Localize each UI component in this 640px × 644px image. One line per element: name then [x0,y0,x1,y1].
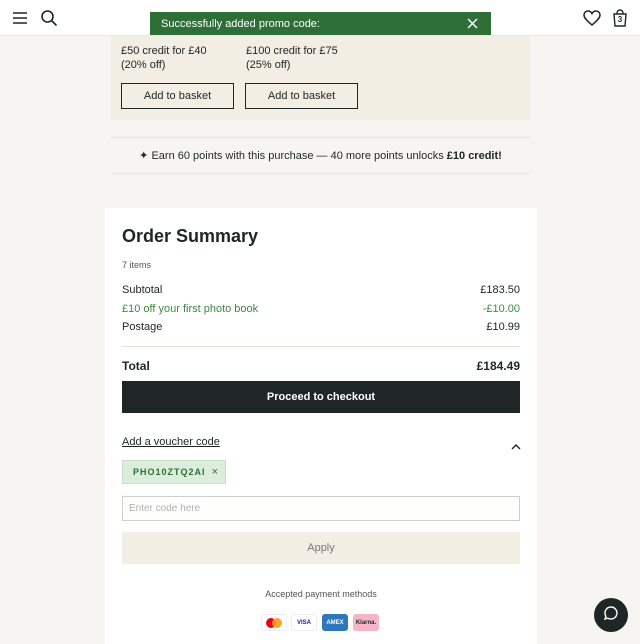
payment-methods-title: Accepted payment methods [265,589,377,599]
order-summary-card: Order Summary 7 items Subtotal £183.50 £… [105,208,537,644]
offer-card: £100 credit for £75 (25% off) [246,44,338,72]
subtotal-value: £183.50 [480,284,520,296]
apply-voucher-button[interactable]: Apply [122,532,520,564]
postage-label: Postage [122,321,163,333]
heart-icon[interactable] [580,6,604,30]
discount-label: £10 off your first photo book [122,303,259,315]
applied-voucher-chip: PHO10ZTQ2AI × [122,460,226,484]
offer-title: £50 credit for £40 [121,45,207,57]
postage-row: Postage £10.99 [122,321,520,333]
chat-icon [603,605,619,626]
proceed-to-checkout-button[interactable]: Proceed to checkout [122,381,520,413]
postage-value: £10.99 [486,321,520,333]
total-row: Total £184.49 [122,359,520,373]
search-icon[interactable] [37,6,61,30]
offer-discount: (25% off) [246,59,291,71]
close-icon[interactable] [466,17,479,30]
voucher-code-input[interactable] [122,496,520,521]
offer-card: £50 credit for £40 (20% off) [121,44,207,72]
amex-icon: AMEX [322,614,348,631]
chat-button[interactable] [594,598,628,632]
hamburger-icon[interactable] [8,6,32,30]
basket-count: 3 [617,15,623,24]
visa-icon: VISA [291,614,317,631]
points-text: ✦ Earn 60 points with this purchase — 40… [139,150,444,162]
remove-voucher-icon[interactable]: × [212,466,218,478]
total-value: £184.49 [476,359,520,373]
toast-message: Successfully added promo code: [161,17,320,30]
total-label: Total [122,359,150,373]
subtotal-label: Subtotal [122,284,163,296]
items-count: 7 items [122,260,152,270]
discount-value: -£10.00 [482,303,520,315]
voucher-code: PHO10ZTQ2AI [133,467,206,477]
discount-row: £10 off your first photo book -£10.00 [122,303,520,315]
subtotal-row: Subtotal £183.50 [122,284,520,296]
points-reward: £10 credit! [446,149,502,162]
offer-discount: (20% off) [121,59,166,71]
add-voucher-link[interactable]: Add a voucher code [122,436,220,448]
points-banner: ✦ Earn 60 points with this purchase — 40… [111,137,530,174]
mastercard-icon [261,614,287,631]
offer-title: £100 credit for £75 [246,45,338,57]
credit-offers-panel: £50 credit for £40 (20% off) Add to bask… [111,36,530,120]
promo-success-toast: Successfully added promo code: [150,12,491,35]
add-to-basket-button[interactable]: Add to basket [245,83,358,109]
add-to-basket-button[interactable]: Add to basket [121,83,234,109]
order-summary-title: Order Summary [122,226,259,246]
klarna-icon: Klarna. [353,614,379,631]
basket-icon[interactable]: 3 [608,6,632,30]
chevron-up-icon[interactable] [511,438,521,450]
divider [122,346,520,347]
